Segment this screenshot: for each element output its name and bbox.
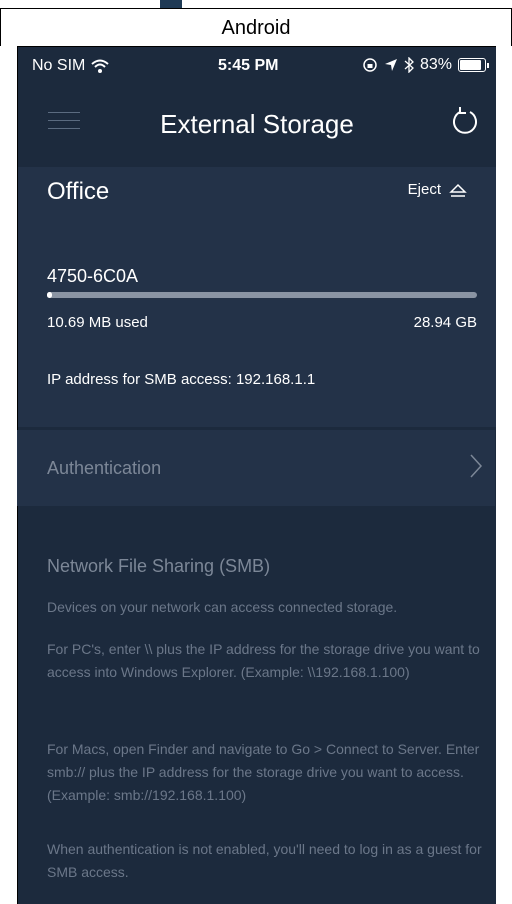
smb-ip-address: IP address for SMB access: 192.168.1.1 <box>47 371 316 388</box>
storage-usage-fill <box>47 292 53 298</box>
chevron-right-icon <box>470 454 483 478</box>
authentication-label: Authentication <box>47 458 162 478</box>
eject-button[interactable]: Eject <box>408 181 467 198</box>
smb-paragraph: Devices on your network can access conne… <box>47 599 398 615</box>
eject-icon <box>449 183 467 197</box>
content-layer: Office Eject 4750-6C0A 10.69 MB used 28.… <box>17 0 495 903</box>
storage-used-text: 10.69 MB used <box>47 314 148 331</box>
smb-section-title: Network File Sharing (SMB) <box>47 556 271 576</box>
eject-label: Eject <box>407 181 441 198</box>
smb-paragraph: When authentication is not enabled, you'… <box>47 841 482 880</box>
storage-total-text: 28.94 GB <box>413 314 477 331</box>
smb-paragraph: For PC's, enter \\ plus the IP address f… <box>47 641 480 680</box>
storage-usage-bar <box>47 292 477 298</box>
storage-location-title: Office <box>47 178 110 205</box>
storage-device-name: 4750-6C0A <box>47 266 139 286</box>
smb-paragraph: For Macs, open Finder and navigate to Go… <box>47 741 480 803</box>
